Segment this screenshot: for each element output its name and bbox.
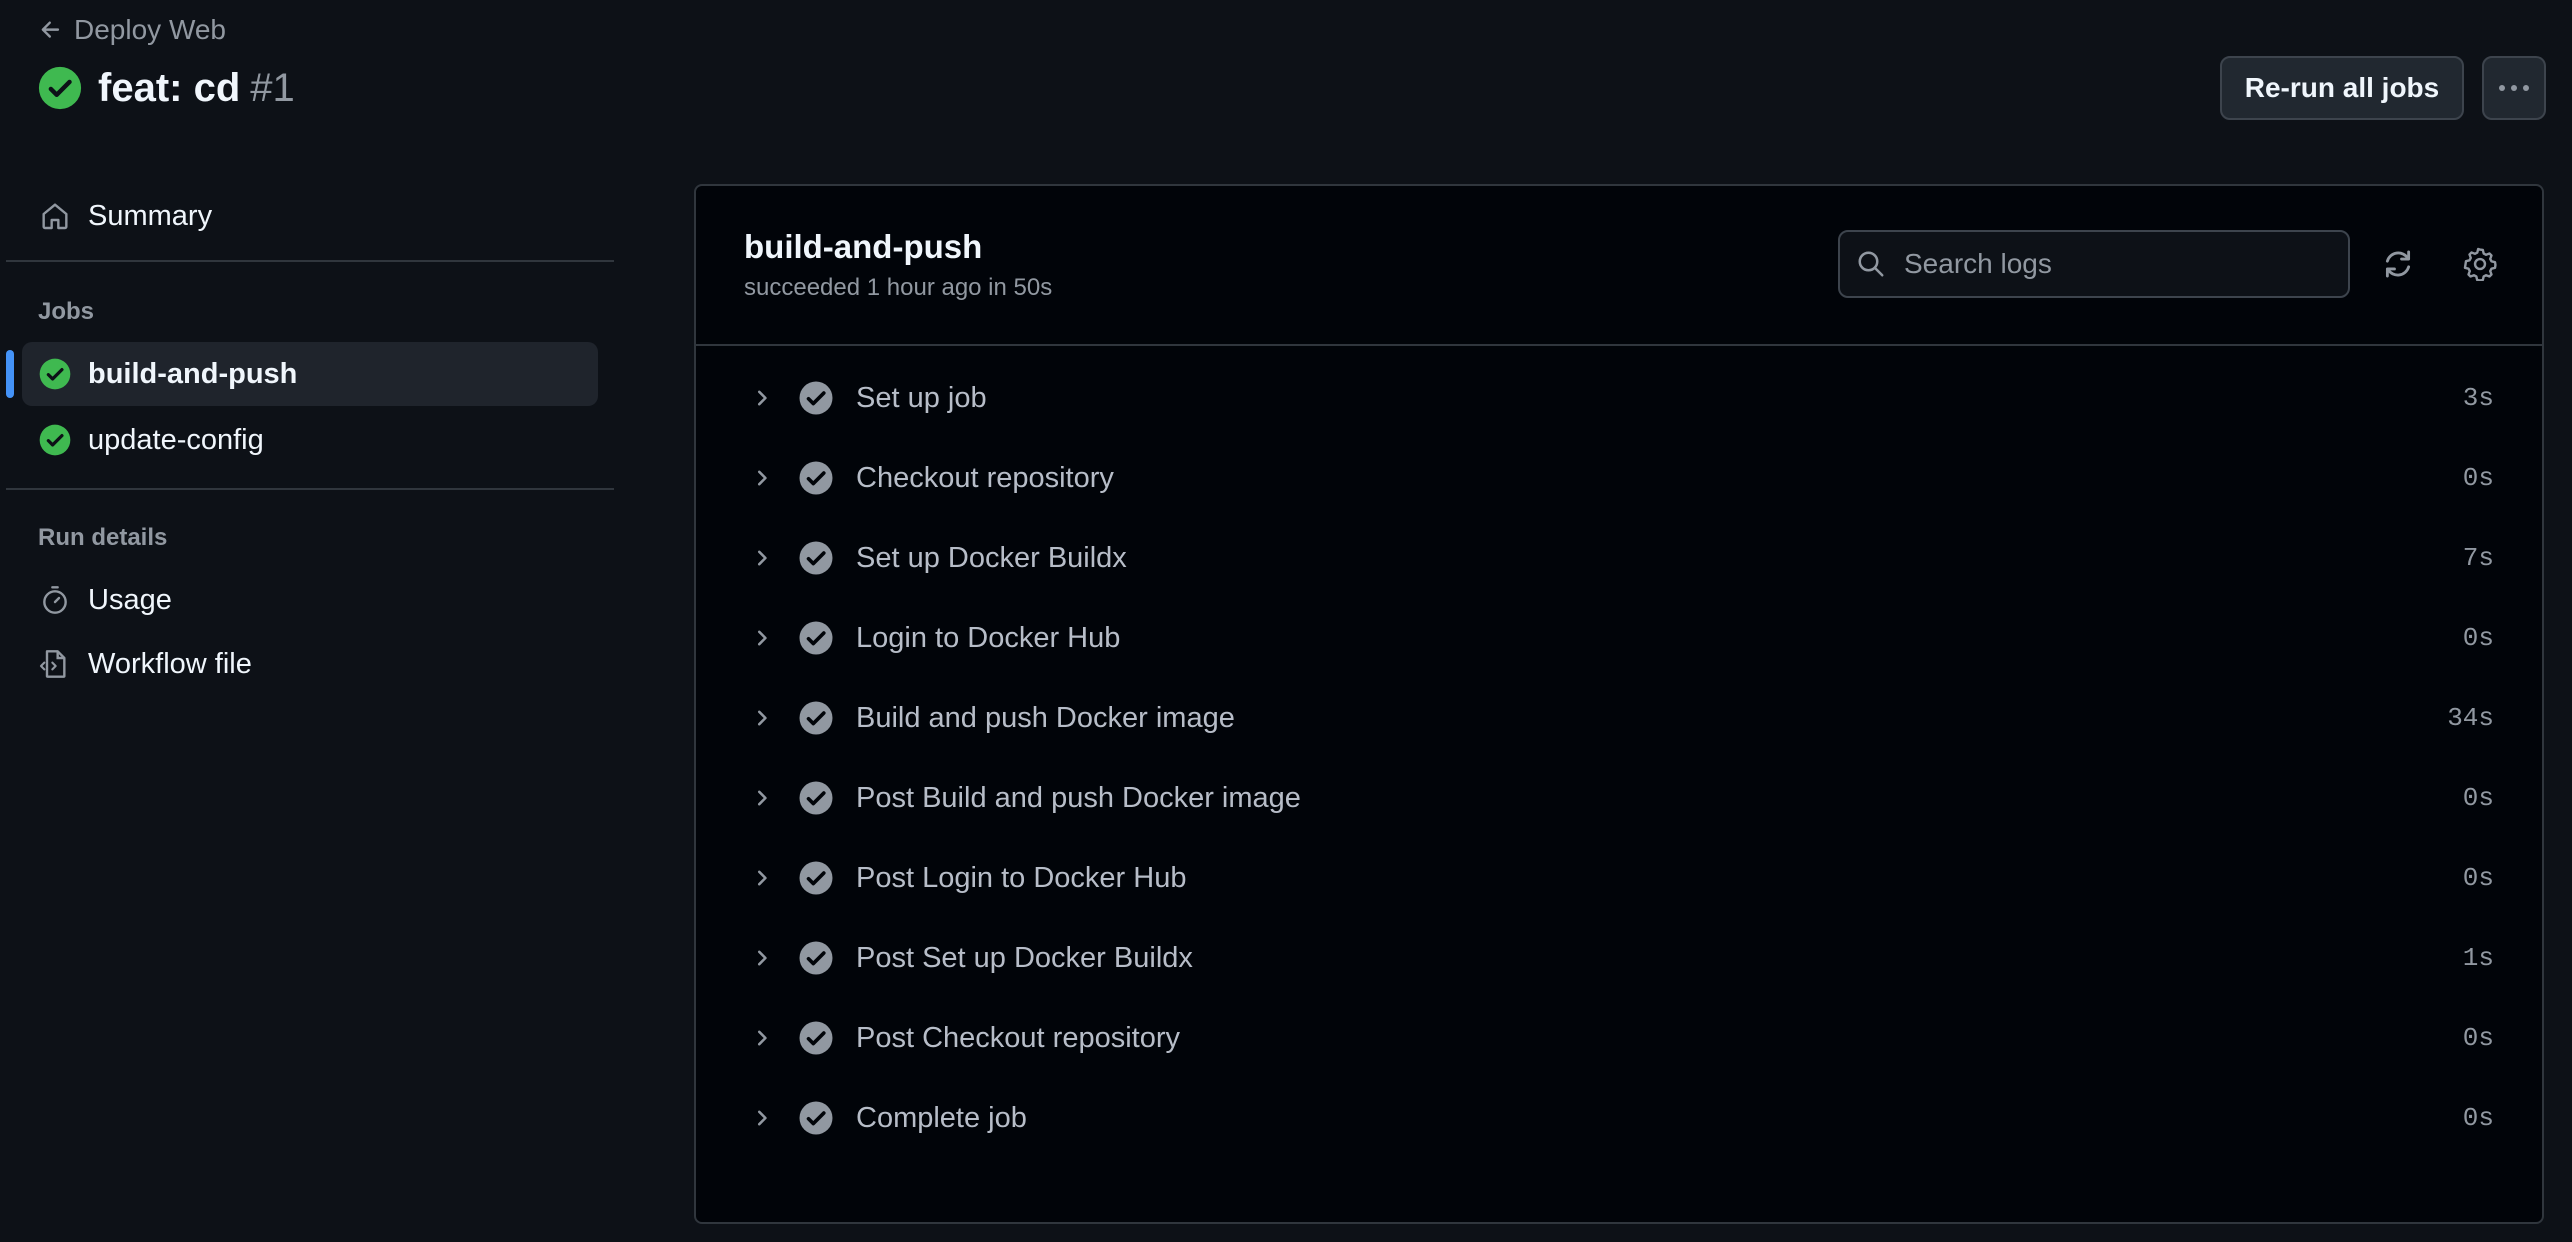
step-name: Post Set up Docker Buildx <box>856 941 1193 974</box>
sidebar-item-label: Summary <box>88 199 213 232</box>
search-logs-box[interactable] <box>1838 230 2350 298</box>
chevron-right-icon[interactable] <box>744 620 780 656</box>
chevron-right-icon[interactable] <box>744 940 780 976</box>
step-duration: 0s <box>2462 783 2494 813</box>
job-step[interactable]: Set up Docker Buildx 7s <box>730 518 2520 598</box>
sidebar-item-workflow-file[interactable]: Workflow file <box>22 632 598 696</box>
sidebar-item-summary[interactable]: Summary <box>22 184 598 248</box>
sidebar-item-label: build-and-push <box>88 357 298 390</box>
job-step[interactable]: Post Build and push Docker image 0s <box>730 758 2520 838</box>
jobs-heading: Jobs <box>38 298 95 325</box>
sidebar-item-usage[interactable]: Usage <box>22 568 598 632</box>
rerun-all-jobs-button[interactable]: Re-run all jobs <box>2220 56 2464 120</box>
job-status-subtitle: succeeded 1 hour ago in 50s <box>744 274 1053 301</box>
chevron-right-icon[interactable] <box>744 860 780 896</box>
sync-icon <box>2381 247 2415 281</box>
job-title: build-and-push <box>744 228 983 265</box>
step-name: Login to Docker Hub <box>856 621 1121 654</box>
step-duration: 0s <box>2462 1023 2494 1053</box>
job-step[interactable]: Build and push Docker image 34s <box>730 678 2520 758</box>
sidebar-job-update-config[interactable]: update-config <box>22 408 598 472</box>
gear-icon <box>2463 247 2497 281</box>
run-details-heading: Run details <box>38 524 168 551</box>
refresh-button[interactable] <box>2370 236 2426 292</box>
step-name: Post Login to Docker Hub <box>856 861 1187 894</box>
run-title: feat: cd <box>98 65 241 110</box>
chevron-right-icon[interactable] <box>744 780 780 816</box>
check-circle-icon <box>38 357 72 391</box>
run-number: #1 <box>250 65 295 110</box>
check-circle-icon <box>798 860 834 896</box>
sidebar-job-build-and-push[interactable]: build-and-push <box>22 342 598 406</box>
step-name: Post Build and push Docker image <box>856 781 1301 814</box>
stopwatch-icon <box>38 583 72 617</box>
chevron-right-icon[interactable] <box>744 1020 780 1056</box>
check-circle-icon <box>38 423 72 457</box>
check-circle-icon <box>798 380 834 416</box>
settings-button[interactable] <box>2452 236 2508 292</box>
check-circle-icon <box>798 540 834 576</box>
file-code-icon <box>38 647 72 681</box>
panel-divider <box>696 344 2542 346</box>
step-duration: 0s <box>2462 863 2494 893</box>
job-steps-list: Set up job 3s Checkout repository 0s Set… <box>730 358 2520 1158</box>
home-icon <box>38 199 72 233</box>
chevron-right-icon[interactable] <box>744 380 780 416</box>
more-actions-button[interactable] <box>2482 56 2546 120</box>
chevron-right-icon[interactable] <box>744 540 780 576</box>
job-step[interactable]: Checkout repository 0s <box>730 438 2520 518</box>
job-step[interactable]: Login to Docker Hub 0s <box>730 598 2520 678</box>
sidebar-item-label: Workflow file <box>88 647 252 680</box>
step-duration: 0s <box>2462 623 2494 653</box>
sidebar-divider <box>6 488 614 490</box>
check-circle-icon <box>798 780 834 816</box>
check-circle-icon <box>798 1100 834 1136</box>
check-circle-icon <box>38 66 82 110</box>
active-indicator <box>6 350 14 398</box>
run-title-row: feat: cd #1 <box>38 58 295 118</box>
search-icon <box>1856 249 1886 279</box>
sidebar-item-label: update-config <box>88 423 264 456</box>
back-link[interactable]: Deploy Web <box>38 12 226 48</box>
step-duration: 0s <box>2462 1103 2494 1133</box>
step-name: Set up job <box>856 381 987 414</box>
chevron-right-icon[interactable] <box>744 700 780 736</box>
step-name: Complete job <box>856 1101 1027 1134</box>
job-step[interactable]: Post Set up Docker Buildx 1s <box>730 918 2520 998</box>
page-title: feat: cd #1 <box>98 66 295 111</box>
chevron-right-icon[interactable] <box>744 460 780 496</box>
step-name: Checkout repository <box>856 461 1114 494</box>
job-step[interactable]: Set up job 3s <box>730 358 2520 438</box>
step-name: Post Checkout repository <box>856 1021 1180 1054</box>
check-circle-icon <box>798 940 834 976</box>
step-duration: 0s <box>2462 463 2494 493</box>
step-duration: 3s <box>2462 383 2494 413</box>
step-duration: 34s <box>2447 703 2494 733</box>
job-step[interactable]: Complete job 0s <box>730 1078 2520 1158</box>
check-circle-icon <box>798 1020 834 1056</box>
step-name: Set up Docker Buildx <box>856 541 1127 574</box>
sidebar-item-label: Usage <box>88 583 172 616</box>
step-duration: 1s <box>2462 943 2494 973</box>
job-step[interactable]: Post Checkout repository 0s <box>730 998 2520 1078</box>
step-duration: 7s <box>2462 543 2494 573</box>
search-logs-input[interactable] <box>1902 247 2326 281</box>
arrow-left-icon <box>38 17 64 43</box>
check-circle-icon <box>798 620 834 656</box>
job-step[interactable]: Post Login to Docker Hub 0s <box>730 838 2520 918</box>
check-circle-icon <box>798 700 834 736</box>
sidebar-divider <box>6 260 614 262</box>
back-link-label: Deploy Web <box>74 14 227 45</box>
kebab-horizontal-icon <box>2497 83 2531 93</box>
chevron-right-icon[interactable] <box>744 1100 780 1136</box>
check-circle-icon <box>798 460 834 496</box>
step-name: Build and push Docker image <box>856 701 1235 734</box>
